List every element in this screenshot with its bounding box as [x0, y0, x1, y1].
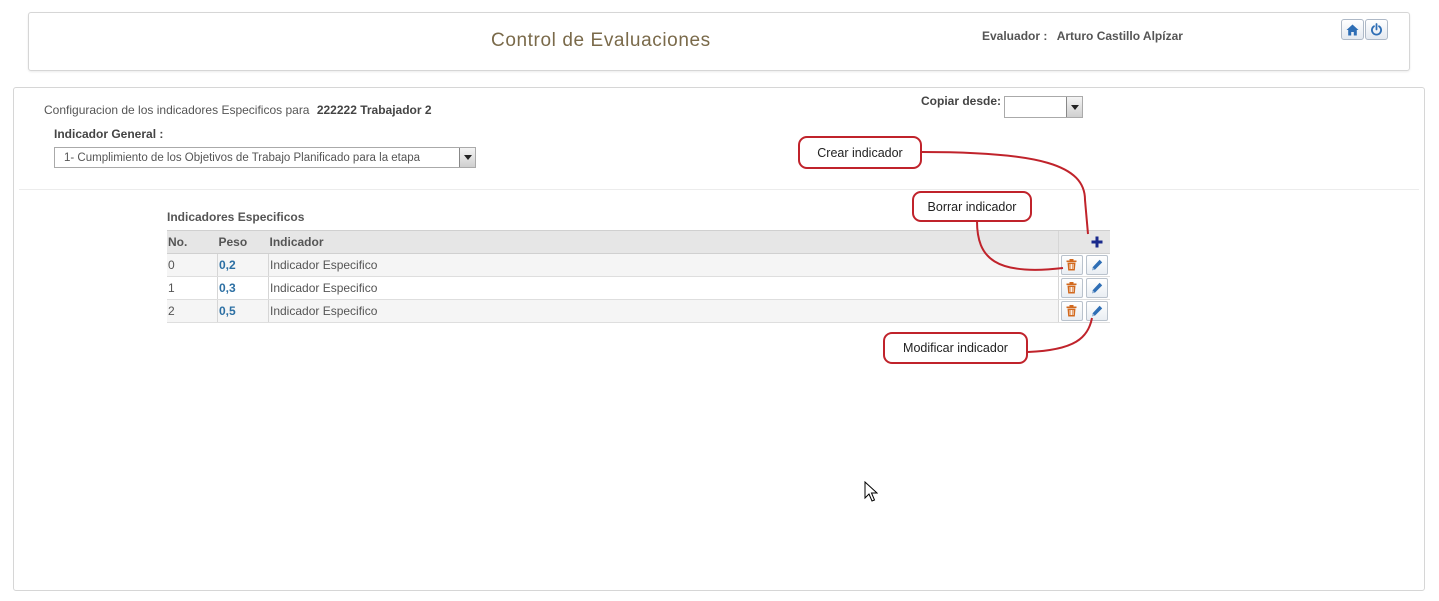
logout-button[interactable] [1365, 19, 1388, 40]
copy-from-select[interactable] [1004, 96, 1083, 118]
column-header-indicador: Indicador [268, 230, 1059, 254]
row-peso: 0,3 [217, 276, 269, 300]
row-edit-cell [1084, 253, 1110, 277]
column-header-delete [1058, 230, 1084, 254]
edit-button[interactable] [1086, 255, 1108, 275]
row-peso: 0,5 [217, 299, 269, 323]
pencil-icon [1092, 259, 1103, 271]
divider [19, 189, 1419, 190]
pencil-icon [1092, 305, 1103, 317]
row-no: 2 [167, 299, 218, 323]
worker-name: 222222 Trabajador 2 [316, 103, 432, 117]
general-indicator-select[interactable]: 1- Cumplimiento de los Objetivos de Trab… [54, 147, 476, 168]
pencil-icon [1092, 282, 1103, 294]
table-row[interactable]: 2 0,5 Indicador Especifico [167, 299, 1110, 323]
column-header-add [1084, 230, 1110, 254]
table-header-row: No. Peso Indicador [167, 230, 1110, 254]
config-prefix: Configuracion de los indicadores Especif… [44, 103, 310, 117]
home-button[interactable] [1341, 19, 1364, 40]
evaluator-name: Arturo Castillo Alpízar [1056, 29, 1183, 43]
row-delete-cell [1058, 299, 1084, 323]
callout-modify: Modificar indicador [883, 332, 1028, 364]
general-indicator-value: 1- Cumplimiento de los Objetivos de Trab… [64, 152, 421, 164]
delete-button[interactable] [1060, 278, 1083, 298]
plus-icon [1091, 236, 1103, 248]
row-indicador: Indicador Especifico [268, 276, 1059, 300]
delete-button[interactable] [1060, 301, 1083, 321]
main-panel: Configuracion de los indicadores Especif… [13, 87, 1425, 591]
column-header-no: No. [167, 230, 218, 254]
callout-create: Crear indicador [798, 136, 922, 169]
table-row[interactable]: 1 0,3 Indicador Especifico [167, 276, 1110, 300]
row-indicador: Indicador Especifico [268, 299, 1059, 323]
edit-button[interactable] [1086, 278, 1108, 298]
row-delete-cell [1058, 253, 1084, 277]
grid-title: Indicadores Especificos [167, 210, 305, 224]
copy-from-label: Copiar desde: [921, 94, 1002, 108]
config-heading: Configuracion de los indicadores Especif… [44, 103, 432, 117]
evaluator-info: Evaluador : Arturo Castillo Alpízar [982, 29, 1183, 43]
callout-delete: Borrar indicador [912, 191, 1032, 222]
power-icon [1371, 23, 1382, 36]
row-peso: 0,2 [217, 253, 269, 277]
row-edit-cell [1084, 276, 1110, 300]
trash-icon [1066, 305, 1077, 317]
row-edit-cell [1084, 299, 1110, 323]
column-header-peso: Peso [217, 230, 269, 254]
trash-icon [1066, 259, 1077, 271]
add-indicator-button[interactable] [1087, 233, 1107, 251]
chevron-down-icon [1066, 97, 1082, 117]
row-no: 0 [167, 253, 218, 277]
trash-icon [1066, 282, 1077, 294]
home-icon [1346, 24, 1359, 35]
header-panel: Control de Evaluaciones Evaluador : Artu… [28, 12, 1410, 71]
row-indicador: Indicador Especifico [268, 253, 1059, 277]
row-delete-cell [1058, 276, 1084, 300]
table-row[interactable]: 0 0,2 Indicador Especifico [167, 253, 1110, 277]
row-no: 1 [167, 276, 218, 300]
chevron-down-icon [459, 148, 475, 167]
indicators-table: No. Peso Indicador 0 0,2 Indicador Espec… [167, 230, 1110, 323]
page-title: Control de Evaluaciones [491, 30, 711, 51]
delete-button[interactable] [1060, 255, 1083, 275]
general-indicator-label: Indicador General : [54, 127, 164, 141]
evaluator-label: Evaluador : [982, 29, 1048, 43]
edit-button[interactable] [1086, 301, 1108, 321]
mouse-cursor-icon [864, 481, 878, 502]
